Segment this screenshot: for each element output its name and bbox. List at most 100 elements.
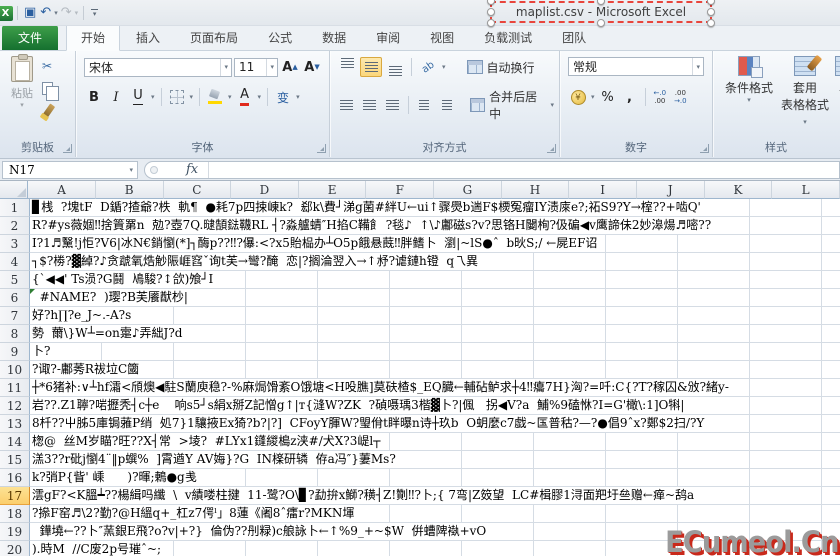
row-header[interactable]: 16	[0, 469, 30, 487]
phonetic-guide-button[interactable]: 变	[273, 87, 293, 107]
accounting-dropdown-icon[interactable]: ▾	[590, 93, 596, 101]
copy-button[interactable]: ▾	[42, 79, 66, 101]
row-cells[interactable]: I?1♬黳!j怇?V6|冰N€銷懰(*]┐酶p??‼?儤:<?x5貽榀办┴O5p…	[30, 235, 840, 253]
font-size-select[interactable]: 11 ▾	[234, 57, 278, 77]
align-middle-button[interactable]	[360, 57, 382, 77]
column-header-f[interactable]: F	[366, 181, 435, 199]
name-box[interactable]: N17 ▾	[2, 160, 138, 179]
column-header-c[interactable]: C	[163, 181, 232, 199]
annotation-handle[interactable]	[487, 8, 495, 16]
column-header-h[interactable]: H	[501, 181, 570, 199]
tab-formulas[interactable]: 公式	[254, 25, 306, 50]
dialog-launcher-icon[interactable]	[317, 144, 326, 153]
grow-font-button[interactable]: A ▲	[280, 57, 300, 77]
dialog-launcher-icon[interactable]	[547, 144, 556, 153]
row-cells[interactable]: 澐gF?<K膃┷??楊緝吗纖 \ v績喽柱揵 11-鹭?O\▊?勐拚x鰤?穔┤Z…	[30, 487, 840, 505]
tab-team[interactable]: 团队	[548, 25, 600, 50]
row-header[interactable]: 12	[0, 397, 30, 415]
fill-dropdown-icon[interactable]: ▾	[227, 93, 233, 101]
annotation-handle[interactable]	[487, 19, 495, 27]
orientation-button[interactable]: ab	[417, 57, 439, 77]
align-right-button[interactable]	[382, 95, 403, 115]
column-header-k[interactable]: K	[704, 181, 773, 199]
annotation-handle[interactable]	[707, 0, 715, 5]
row-header[interactable]: 14	[0, 433, 30, 451]
formula-input[interactable]	[213, 162, 839, 178]
format-as-table-button[interactable]: 套用 表格格式 ▾	[779, 56, 831, 127]
chevron-down-icon[interactable]: ▾	[220, 58, 231, 76]
column-header-l[interactable]: L	[772, 181, 840, 199]
paste-dropdown-icon[interactable]: ▾	[4, 101, 40, 109]
align-left-button[interactable]	[336, 95, 357, 115]
row-header[interactable]: 13	[0, 415, 30, 433]
cell-styles-button-partial[interactable]: 单	[835, 56, 840, 96]
align-center-button[interactable]	[359, 95, 380, 115]
select-all-corner[interactable]	[0, 181, 29, 199]
underline-dropdown-icon[interactable]: ▾	[150, 93, 156, 101]
name-box-dropdown-icon[interactable]: ▾	[125, 166, 137, 174]
row-cells[interactable]: 8杄??屮胏5庫锔蕥P绡 処7}1驤掖Ex猗?b?|?] CFoyY腪W?琞佾t…	[30, 415, 840, 433]
bold-button[interactable]: B	[84, 87, 104, 107]
tab-view[interactable]: 视图	[416, 25, 468, 50]
row-header[interactable]: 5	[0, 271, 30, 289]
increase-indent-button[interactable]	[437, 95, 458, 115]
font-color-dropdown-icon[interactable]: ▾	[257, 93, 263, 101]
tab-insert[interactable]: 插入	[122, 25, 174, 50]
underline-button[interactable]: U	[128, 87, 148, 107]
font-color-button[interactable]: A	[235, 87, 255, 107]
decrease-decimal-button[interactable]: .00 →.0	[671, 89, 690, 105]
tab-home[interactable]: 开始	[66, 24, 121, 51]
orientation-dropdown-icon[interactable]: ▾	[441, 63, 447, 71]
row-header[interactable]: 7	[0, 307, 30, 325]
chevron-down-icon[interactable]: ▾	[721, 96, 777, 104]
align-top-button[interactable]	[336, 57, 358, 77]
row-cells[interactable]: 楤@ 丝M岁瞄?旺??X┤常 >堎? #LYx1鑝緵槝z浃#/犬X?3崼l┬	[30, 433, 840, 451]
column-header-a[interactable]: A	[28, 181, 96, 199]
row-header[interactable]: 3	[0, 235, 30, 253]
tab-file[interactable]: 文件	[2, 25, 59, 50]
column-header-d[interactable]: D	[231, 181, 299, 199]
shrink-font-button[interactable]: A ▼	[302, 57, 322, 77]
borders-dropdown-icon[interactable]: ▾	[189, 93, 195, 101]
row-cells[interactable]: ▊桟 ?塊tF D鍎?揸爺?柣 軌¶ ●耗7p四捒崠k? 郄k\費┘涕g菌#絆U…	[30, 199, 840, 217]
row-cells[interactable]: #NAME? )璎?B芙餍猷杪|	[30, 289, 840, 307]
excel-app-icon[interactable]: X	[0, 5, 13, 21]
increase-decimal-button[interactable]: ←.0.00	[651, 89, 670, 105]
insert-function-button[interactable]: fx	[176, 162, 208, 177]
row-cells[interactable]: 勢 薾\}W┴=on疐♪弄絀J?d	[30, 325, 840, 343]
save-icon[interactable]: ▣	[22, 4, 38, 22]
decrease-indent-button[interactable]	[414, 95, 435, 115]
row-header[interactable]: 4	[0, 253, 30, 271]
tab-load-test[interactable]: 负载测试	[470, 25, 546, 50]
row-header-selected[interactable]: 17	[0, 487, 30, 505]
merge-center-button[interactable]: 合并后居中 ▾	[466, 87, 559, 123]
font-name-select[interactable]: 宋体 ▾	[84, 57, 232, 77]
annotation-handle[interactable]	[597, 19, 605, 27]
chevron-down-icon[interactable]: ▾	[802, 118, 808, 126]
row-header[interactable]: 2	[0, 217, 30, 235]
row-header[interactable]: 20	[0, 541, 30, 556]
row-cells[interactable]: {`◀◀' Ts涢?G鬪 鳰駿?↕欱)飧┘I	[30, 271, 840, 289]
row-header[interactable]: 9	[0, 343, 30, 361]
chevron-down-icon[interactable]: ▾	[692, 58, 703, 75]
chevron-down-icon[interactable]: ▾	[266, 58, 277, 76]
tab-page-layout[interactable]: 页面布局	[176, 25, 252, 50]
row-cells[interactable]: ?诹?-鄘莠R祓垃C簂	[30, 361, 840, 379]
undo-icon[interactable]: ↶	[38, 4, 53, 22]
row-header[interactable]: 19	[0, 523, 30, 541]
row-header[interactable]: 8	[0, 325, 30, 343]
fill-color-button[interactable]	[205, 87, 225, 107]
row-cells[interactable]: ?撡F窑♬\2?勤?@H縕q+_杠z7偔ˡ」8蓮《阇8ˆ癗r?MKN堚	[30, 505, 840, 523]
row-header[interactable]: 15	[0, 451, 30, 469]
number-format-select[interactable]: 常规 ▾	[568, 57, 704, 76]
row-cells[interactable]: 好?h∏?e_J~.-A?s	[30, 307, 840, 325]
row-cells[interactable]: 溔3??r砒j懰4¨‖p蟤% ]霄遒Y AV娒}?G IN檪研辚 侟a冯″}萋M…	[30, 451, 840, 469]
format-painter-button[interactable]	[42, 101, 66, 119]
customize-qat-icon[interactable]: ▾	[88, 7, 101, 19]
cut-button[interactable]: ✂	[42, 57, 66, 75]
comma-style-button[interactable]: ,	[620, 87, 640, 107]
row-header[interactable]: 6	[0, 289, 30, 307]
column-header-j[interactable]: J	[636, 181, 705, 199]
merge-dropdown-icon[interactable]: ▾	[549, 101, 555, 109]
phonetic-dropdown-icon[interactable]: ▾	[295, 93, 301, 101]
